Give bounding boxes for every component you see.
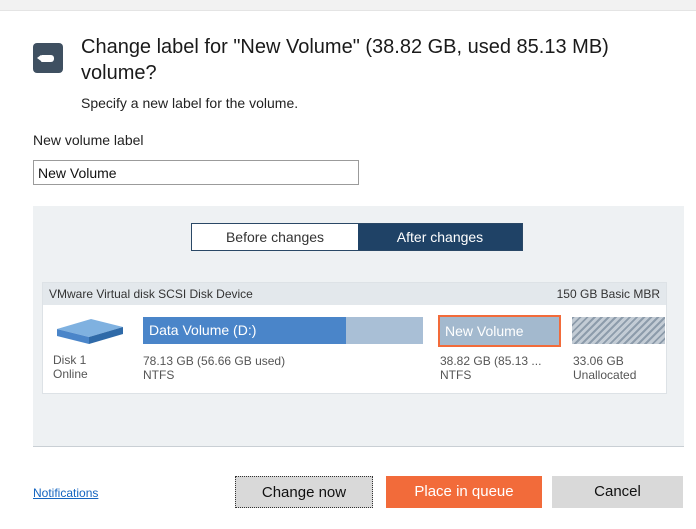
volume-size: 33.06 GB xyxy=(573,354,624,368)
dialog-subtitle: Specify a new label for the volume. xyxy=(81,95,299,111)
disk-info: 150 GB Basic MBR xyxy=(556,287,660,301)
volume-name: Data Volume (D:) xyxy=(149,322,257,338)
volume-name: New Volume xyxy=(445,323,524,339)
hard-disk-icon xyxy=(57,319,123,344)
volume-fs: NTFS xyxy=(143,368,175,382)
disk-status: Online xyxy=(53,367,88,381)
volume-info: 33.06 GB Unallocated xyxy=(573,354,636,382)
tag-icon xyxy=(33,43,63,73)
change-now-button[interactable]: Change now xyxy=(235,476,373,508)
preview-panel: Before changes After changes VMware Virt… xyxy=(33,206,684,447)
volume-label-input[interactable] xyxy=(33,160,359,185)
dialog-title: Change label for "New Volume" (38.82 GB,… xyxy=(81,36,609,84)
disk-device-name: VMware Virtual disk SCSI Disk Device xyxy=(49,287,253,301)
disk-header: VMware Virtual disk SCSI Disk Device 150… xyxy=(43,283,666,305)
tab-after-changes[interactable]: After changes xyxy=(358,224,522,250)
volume-size: 78.13 GB (56.66 GB used) xyxy=(143,354,286,368)
before-after-toggle: Before changes After changes xyxy=(191,223,523,251)
volume-data-d[interactable]: Data Volume (D:) xyxy=(143,317,423,344)
window-top-edge xyxy=(0,0,696,11)
volume-label-caption: New volume label xyxy=(33,132,144,148)
volume-unallocated[interactable] xyxy=(572,317,665,344)
disk-number-status: Disk 1 Online xyxy=(53,353,88,381)
volume-fs: Unallocated xyxy=(573,368,637,382)
volume-size: 38.82 GB (85.13 ... xyxy=(440,354,542,368)
tab-before-changes[interactable]: Before changes xyxy=(192,224,358,250)
volume-fs: NTFS xyxy=(440,368,472,382)
place-in-queue-button[interactable]: Place in queue xyxy=(386,476,542,508)
volume-info: 38.82 GB (85.13 ... NTFS xyxy=(440,354,541,382)
disk-number: Disk 1 xyxy=(53,353,87,367)
volume-new-volume[interactable]: New Volume xyxy=(438,315,561,347)
volume-info: 78.13 GB (56.66 GB used) NTFS xyxy=(143,354,285,382)
notifications-link[interactable]: Notifications xyxy=(33,486,98,500)
cancel-button[interactable]: Cancel xyxy=(552,476,683,508)
disk-map: VMware Virtual disk SCSI Disk Device 150… xyxy=(42,282,667,394)
